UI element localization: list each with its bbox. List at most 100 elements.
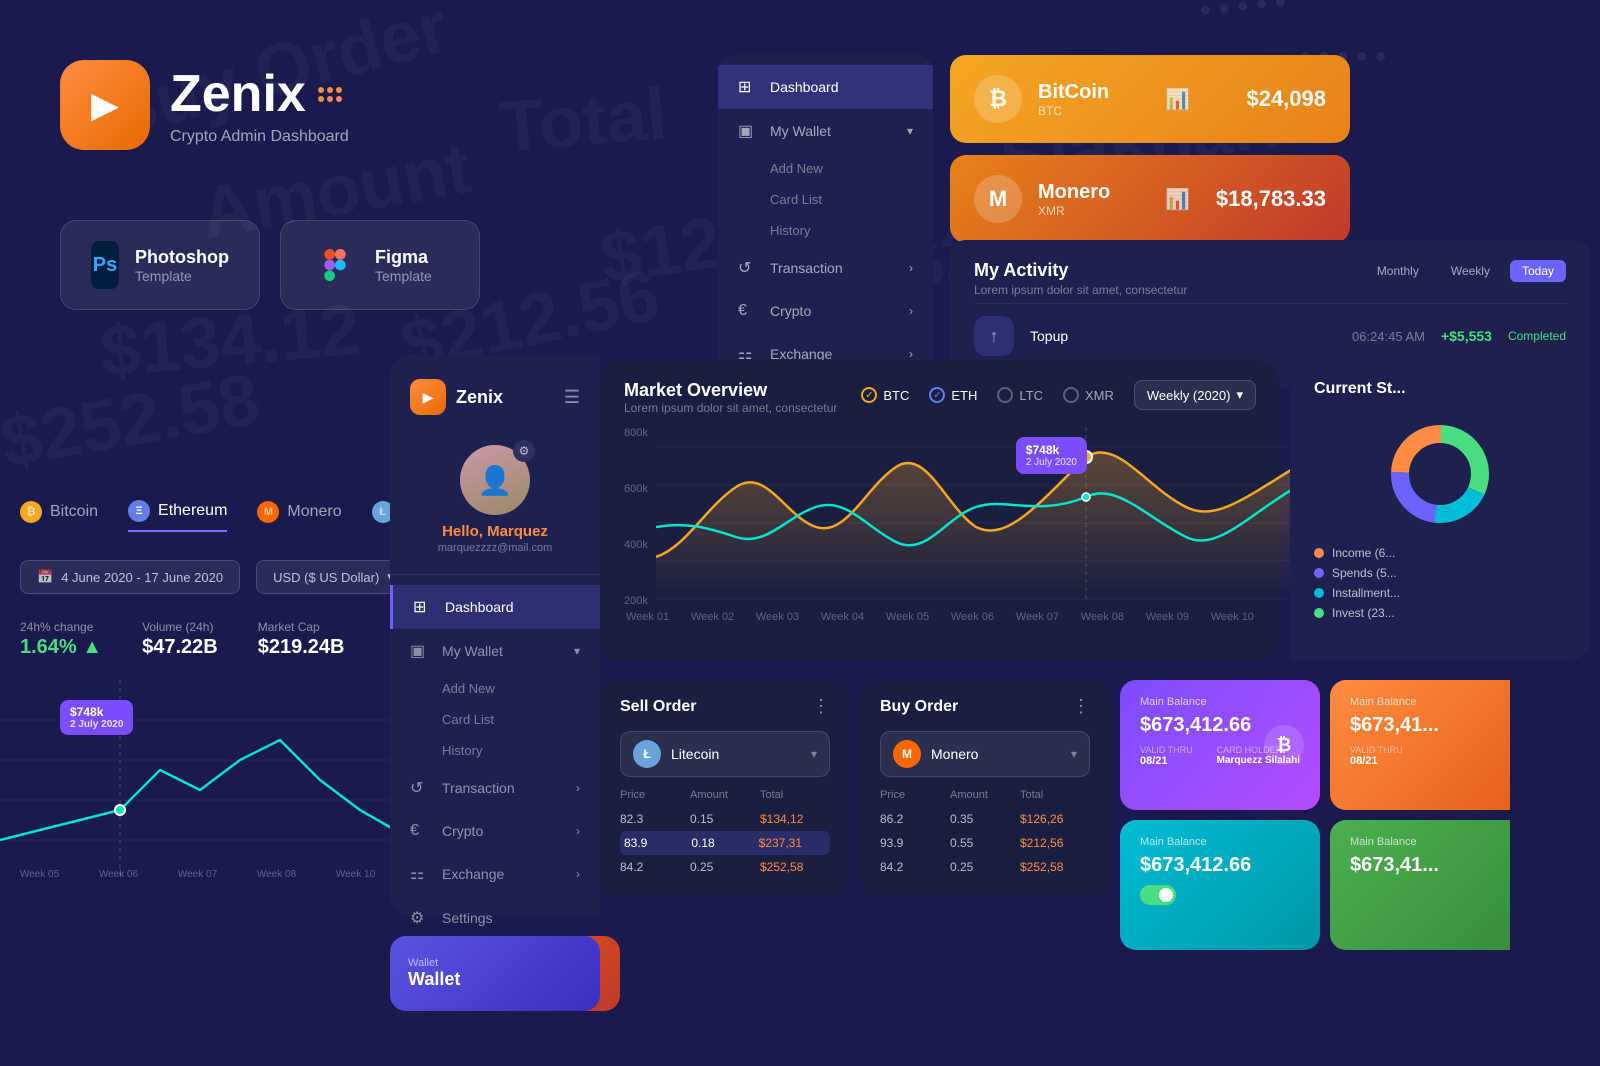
bottom-wallet-label: Wallet (408, 957, 582, 969)
marketcap-label: Market Cap (258, 620, 345, 634)
wallet-card-orange[interactable]: Main Balance $673,41... VALID THRU 08/21 (1330, 680, 1510, 810)
date-filter[interactable]: 📅 4 June 2020 - 17 June 2020 (20, 560, 240, 594)
filter-xmr[interactable]: XMR (1063, 387, 1114, 403)
sidebar-wallet-icon: ▣ (410, 641, 430, 661)
chart-x-labels: Week 01 Week 02 Week 03 Week 04 Week 05 … (624, 611, 1256, 623)
sell-order-menu[interactable]: ⋮ (812, 696, 830, 717)
filter-monthly[interactable]: Monthly (1365, 260, 1431, 282)
tab-ethereum[interactable]: Ξ Ethereum (128, 500, 227, 532)
filter-eth[interactable]: ETH (929, 387, 977, 403)
currency-filter[interactable]: USD ($ US Dollar) ▾ (256, 560, 411, 594)
brand-subtitle: Crypto Admin Dashboard (170, 128, 349, 146)
sidebar-nav-crypto[interactable]: € Crypto › (390, 810, 600, 852)
bitcoin-card[interactable]: ₿ BitCoin BTC 📊 $24,098 (950, 55, 1350, 143)
buy-row-1: 93.9 0.55 $212,56 (880, 831, 1090, 855)
ethereum-tab-icon: Ξ (128, 500, 150, 522)
ltc-checkbox (997, 387, 1013, 403)
sidebar-brand-name: Zenix (456, 387, 503, 408)
tab-monero[interactable]: M Monero (257, 500, 341, 532)
crypto-nav-icon: € (738, 302, 758, 320)
sidebar-nav-exchange[interactable]: ⚏ Exchange › (390, 852, 600, 896)
bottom-wallet-text: Wallet (408, 969, 582, 990)
sidebar-nav-settings[interactable]: ⚙ Settings (390, 896, 600, 940)
brand-dots (318, 87, 342, 102)
tab-bitcoin[interactable]: ₿ Bitcoin (20, 500, 98, 532)
crypto-cards-section: ₿ BitCoin BTC 📊 $24,098 M Monero XMR 📊 $… (950, 55, 1350, 243)
legend-installment: Installment... (1314, 586, 1566, 600)
main-nav-transaction[interactable]: ↺ Transaction › (718, 246, 933, 290)
market-chart-panel: Market Overview Lorem ipsum dolor sit am… (600, 360, 1280, 660)
stat-marketcap: Market Cap $219.24B (258, 620, 345, 659)
wallet-orange-meta: VALID THRU 08/21 (1350, 745, 1490, 767)
sidebar-transaction-label: Transaction (442, 780, 515, 796)
filter-btc[interactable]: BTC (861, 387, 909, 403)
legend-invest: Invest (23... (1314, 606, 1566, 620)
monero-icon: M (974, 175, 1022, 223)
sidebar-nav-transaction[interactable]: ↺ Transaction › (390, 766, 600, 810)
wallet-card-blue[interactable]: Main Balance $673,412.66 (1120, 820, 1320, 950)
chart-title: Market Overview (624, 380, 837, 401)
sidebar-nav-dashboard[interactable]: ⊞ Dashboard (390, 585, 600, 629)
sell-order-header: Sell Order ⋮ (620, 696, 830, 717)
bitcoin-price: $24,098 (1206, 86, 1326, 112)
currency-text: USD ($ US Dollar) (273, 570, 379, 585)
sidebar-user-email: marquezzzz@mail.com (438, 542, 552, 554)
main-nav-history[interactable]: History (718, 215, 933, 246)
bitcoin-symbol: BTC (1038, 104, 1149, 118)
sidebar-logo: ▶ (410, 379, 446, 415)
topup-status: Completed (1508, 329, 1566, 343)
monero-chart-icon: 📊 (1165, 187, 1190, 212)
filter-ltc[interactable]: LTC (997, 387, 1043, 403)
current-stats-panel: Current St... Income (6... Spends (5... (1290, 360, 1590, 660)
transaction-chevron-icon: › (909, 261, 913, 275)
litecoin-coin-name: Litecoin (671, 746, 801, 762)
monero-card[interactable]: M Monero XMR 📊 $18,783.33 (950, 155, 1350, 243)
sidebar-nav: ⊞ Dashboard ▣ My Wallet ▾ Add New Card L… (390, 575, 600, 950)
monero-tab-label: Monero (287, 503, 341, 521)
activity-row: ↑ Topup 06:24:45 AM +$5,553 Completed (974, 303, 1566, 368)
sidebar-transaction-chevron: › (576, 781, 580, 795)
filter-today[interactable]: Today (1510, 260, 1566, 282)
settings-gear-icon[interactable]: ⚙ (513, 440, 535, 462)
main-nav-dashboard[interactable]: ⊞ Dashboard (718, 65, 933, 109)
hamburger-icon[interactable]: ☰ (564, 387, 580, 408)
period-select[interactable]: Weekly (2020) ▾ (1134, 380, 1256, 410)
figma-card[interactable]: Figma Template (280, 220, 480, 310)
buy-order-menu[interactable]: ⋮ (1072, 696, 1090, 717)
main-nav-wallet[interactable]: ▣ My Wallet ▾ (718, 109, 933, 153)
stat-change: 24h% change 1.64% ▲ (20, 620, 102, 659)
bitcoin-icon: ₿ (974, 75, 1022, 123)
sidebar-nav-wallet[interactable]: ▣ My Wallet ▾ (390, 629, 600, 673)
wallet-card-purple[interactable]: Main Balance $673,412.66 VALID THRU 08/2… (1120, 680, 1320, 810)
monero-price: $18,783.33 (1206, 186, 1326, 212)
wallet-toggle[interactable] (1140, 885, 1176, 905)
date-range-text: 4 June 2020 - 17 June 2020 (61, 570, 223, 585)
sidebar-crypto-icon: € (410, 822, 430, 840)
monero-select[interactable]: M Monero ▾ (880, 731, 1090, 777)
chart-tooltip: $748k 2 July 2020 (1016, 437, 1087, 474)
sidebar-card-list[interactable]: Card List (390, 704, 600, 735)
main-nav-panel: ⊞ Dashboard ▣ My Wallet ▾ Add New Card L… (718, 55, 933, 386)
activity-title: My Activity (974, 260, 1187, 281)
litecoin-coin-icon: Ł (633, 740, 661, 768)
litecoin-select[interactable]: Ł Litecoin ▾ (620, 731, 830, 777)
calendar-icon: 📅 (37, 569, 53, 585)
bitcoin-chart-icon: 📊 (1165, 87, 1190, 112)
wallet-card-green[interactable]: Main Balance $673,41... (1330, 820, 1510, 950)
main-nav-add-new[interactable]: Add New (718, 153, 933, 184)
figma-subtitle: Template (375, 268, 432, 284)
sidebar-settings-icon: ⚙ (410, 908, 430, 928)
topup-time: 06:24:45 AM (1352, 329, 1425, 344)
brand-text: Zenix Crypto Admin Dashboard (170, 64, 349, 146)
sidebar-add-new[interactable]: Add New (390, 673, 600, 704)
main-nav-crypto[interactable]: € Crypto › (718, 290, 933, 332)
filter-weekly[interactable]: Weekly (1439, 260, 1502, 282)
sell-order-panel: Sell Order ⋮ Ł Litecoin ▾ Price Amount T… (600, 680, 850, 895)
current-stats-title: Current St... (1314, 380, 1566, 398)
chart-area: $748k 2 July 2020 800k 600k 400k 200k (624, 427, 1256, 607)
sidebar-history[interactable]: History (390, 735, 600, 766)
bottom-wallet-card[interactable]: Wallet Wallet (390, 936, 600, 1011)
main-nav-card-list[interactable]: Card List (718, 184, 933, 215)
photoshop-card[interactable]: Ps Photoshop Template (60, 220, 260, 310)
stats-row: 24h% change 1.64% ▲ Volume (24h) $47.22B… (20, 620, 344, 659)
